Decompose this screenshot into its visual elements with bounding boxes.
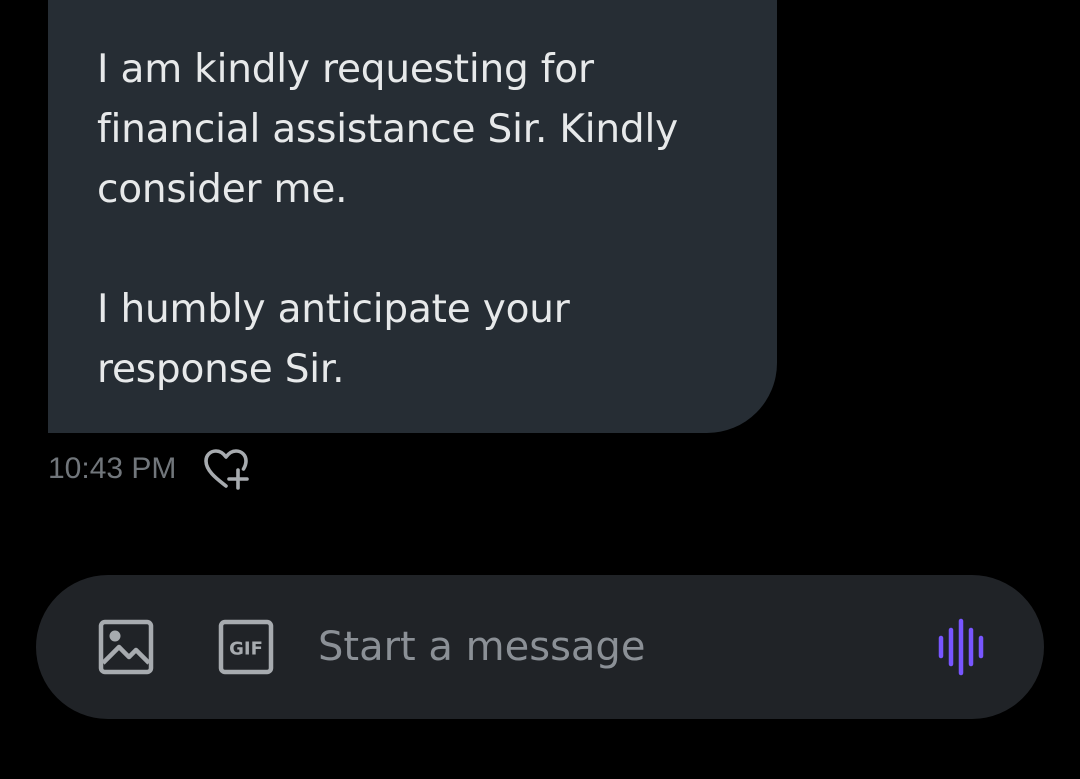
message-text: I humbly anticipate your response Sir. [97,287,570,392]
message-text: I am kindly requesting for financial ass… [97,47,678,212]
message-meta: 10:43 PM [48,446,252,492]
message-composer: GIF [36,575,1044,719]
message-bubble[interactable]: I am kindly requesting for financial ass… [48,0,777,433]
message-input[interactable] [318,615,898,679]
gif-button[interactable]: GIF [218,619,274,675]
image-icon[interactable] [98,619,154,675]
gif-label: GIF [229,639,263,660]
message-timestamp: 10:43 PM [48,452,177,485]
voice-waveform-icon[interactable] [934,617,996,677]
heart-plus-icon[interactable] [202,446,252,492]
